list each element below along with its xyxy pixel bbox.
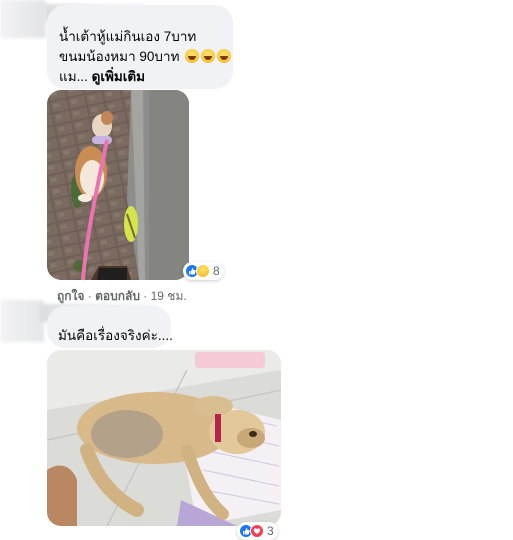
dog-walk-photo <box>47 90 189 280</box>
comment-bubble-2: มันคือเรื่องจริงค่ะ.... <box>47 306 173 348</box>
avatar-redacted[interactable] <box>0 0 46 38</box>
reaction-summary-1[interactable]: 8 <box>183 262 224 280</box>
laughing-emoji-icon <box>185 49 200 64</box>
reaction-summary-2[interactable]: 3 <box>237 522 278 540</box>
reaction-count-2: 3 <box>267 524 274 538</box>
laughing-emoji-icon <box>217 49 232 64</box>
avatar-redacted-2[interactable] <box>0 300 44 342</box>
laughing-emoji-icon <box>201 49 216 64</box>
comment-timestamp[interactable]: 19 ชม. <box>151 289 187 303</box>
comment-photo-1[interactable] <box>47 90 189 280</box>
comment-line-2-row: ขนมน้องหมา 90บาท <box>59 47 232 67</box>
sleeping-dog-photo <box>47 350 281 526</box>
action-separator: · <box>84 289 96 303</box>
comment-text-2: มันคือเรื่องจริงค่ะ.... <box>58 328 173 343</box>
action-separator: · <box>139 289 151 303</box>
laughing-emoji-group <box>183 47 232 67</box>
comment-line-3-row: แม... ดูเพิ่มเติม <box>59 67 231 87</box>
like-action[interactable]: ถูกใจ <box>57 289 84 303</box>
haha-icon <box>196 264 210 278</box>
comment-line-1: น้ำเต้าหู้แม่กินเอง 7บาท <box>59 29 197 44</box>
reply-action[interactable]: ตอบกลับ <box>95 289 140 303</box>
comment-bubble-1: น้ำเต้าหู้แม่กินเอง 7บาท ขนมน้องหมา 90บา… <box>47 5 233 89</box>
comment-line-2: ขนมน้องหมา 90บาท <box>59 49 180 64</box>
love-icon <box>250 524 264 538</box>
see-more-link[interactable]: ดูเพิ่มเติม <box>92 69 145 84</box>
comment-photo-2[interactable] <box>47 350 281 526</box>
reaction-count-1: 8 <box>213 264 220 278</box>
truncated-text: แม... <box>59 69 92 85</box>
